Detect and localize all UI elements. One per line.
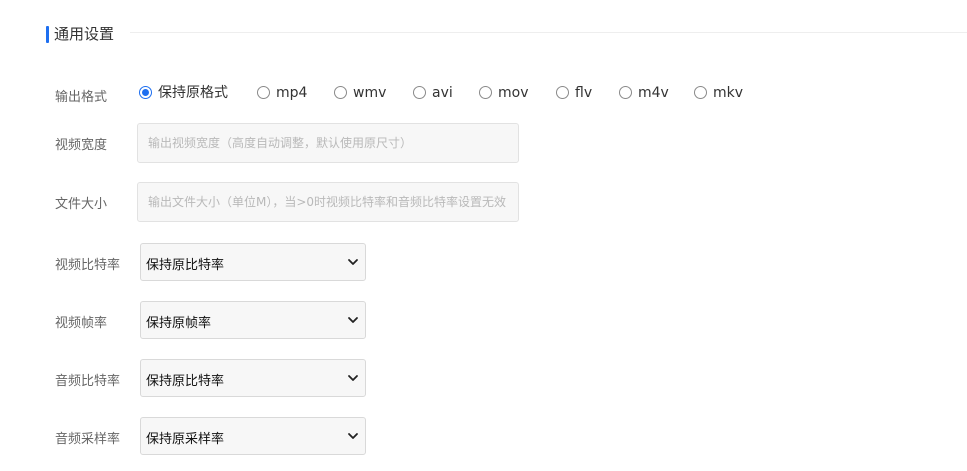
video-bitrate-row: 视频比特率 保持原比特率 <box>0 243 967 281</box>
radio-format-mov[interactable]: mov <box>479 85 534 103</box>
radio-button[interactable] <box>413 86 426 99</box>
radio-label: avi <box>432 85 453 101</box>
radio-label: mkv <box>713 85 744 101</box>
radio-button[interactable] <box>619 86 632 99</box>
select-value: 保持原比特率 <box>146 374 225 389</box>
radio-button-checked[interactable] <box>139 86 152 99</box>
audio-samplerate-row: 音频采样率 保持原采样率 <box>0 417 967 455</box>
radio-format-keep-original[interactable]: 保持原格式 <box>139 85 234 103</box>
chevron-down-icon <box>348 375 358 381</box>
audio-bitrate-label: 音频比特率 <box>55 374 121 389</box>
radio-button[interactable] <box>479 86 492 99</box>
radio-button[interactable] <box>257 86 270 99</box>
audio-samplerate-select[interactable]: 保持原采样率 <box>140 417 366 455</box>
radio-format-m4v[interactable]: m4v <box>619 85 674 103</box>
file-size-label: 文件大小 <box>55 197 108 212</box>
radio-label: m4v <box>638 85 669 101</box>
file-size-row: 文件大小 <box>0 182 967 222</box>
video-framerate-select[interactable]: 保持原帧率 <box>140 301 366 339</box>
radio-format-mp4[interactable]: mp4 <box>257 85 317 103</box>
section-header: 通用设置 <box>46 24 967 44</box>
radio-format-wmv[interactable]: wmv <box>334 85 394 103</box>
radio-label: mp4 <box>276 85 308 101</box>
video-width-row: 视频宽度 <box>0 123 967 163</box>
section-accent-bar <box>46 26 49 43</box>
chevron-down-icon <box>348 433 358 439</box>
audio-bitrate-row: 音频比特率 保持原比特率 <box>0 359 967 397</box>
file-size-input[interactable] <box>137 182 519 222</box>
video-framerate-row: 视频帧率 保持原帧率 <box>0 301 967 339</box>
radio-format-flv[interactable]: flv <box>556 85 601 103</box>
radio-label: mov <box>498 85 529 101</box>
select-value: 保持原采样率 <box>146 432 225 447</box>
radio-format-avi[interactable]: avi <box>413 85 463 103</box>
select-value: 保持原比特率 <box>146 258 225 273</box>
output-format-row: 输出格式 保持原格式 mp4 wmv avi mov flv m4v mkv <box>0 85 967 105</box>
select-value: 保持原帧率 <box>146 316 212 331</box>
audio-samplerate-label: 音频采样率 <box>55 432 121 447</box>
output-format-label: 输出格式 <box>55 90 108 105</box>
section-divider <box>130 32 967 33</box>
radio-label: 保持原格式 <box>158 85 228 101</box>
video-width-input[interactable] <box>137 123 519 163</box>
section-title: 通用设置 <box>54 25 115 43</box>
audio-bitrate-select[interactable]: 保持原比特率 <box>140 359 366 397</box>
radio-label: wmv <box>353 85 387 101</box>
radio-button[interactable] <box>334 86 347 99</box>
video-framerate-label: 视频帧率 <box>55 316 108 331</box>
radio-format-mkv[interactable]: mkv <box>694 85 749 103</box>
radio-button[interactable] <box>694 86 707 99</box>
chevron-down-icon <box>348 259 358 265</box>
video-width-label: 视频宽度 <box>55 138 108 153</box>
radio-label: flv <box>575 85 593 101</box>
chevron-down-icon <box>348 317 358 323</box>
video-bitrate-select[interactable]: 保持原比特率 <box>140 243 366 281</box>
radio-button[interactable] <box>556 86 569 99</box>
video-bitrate-label: 视频比特率 <box>55 258 121 273</box>
